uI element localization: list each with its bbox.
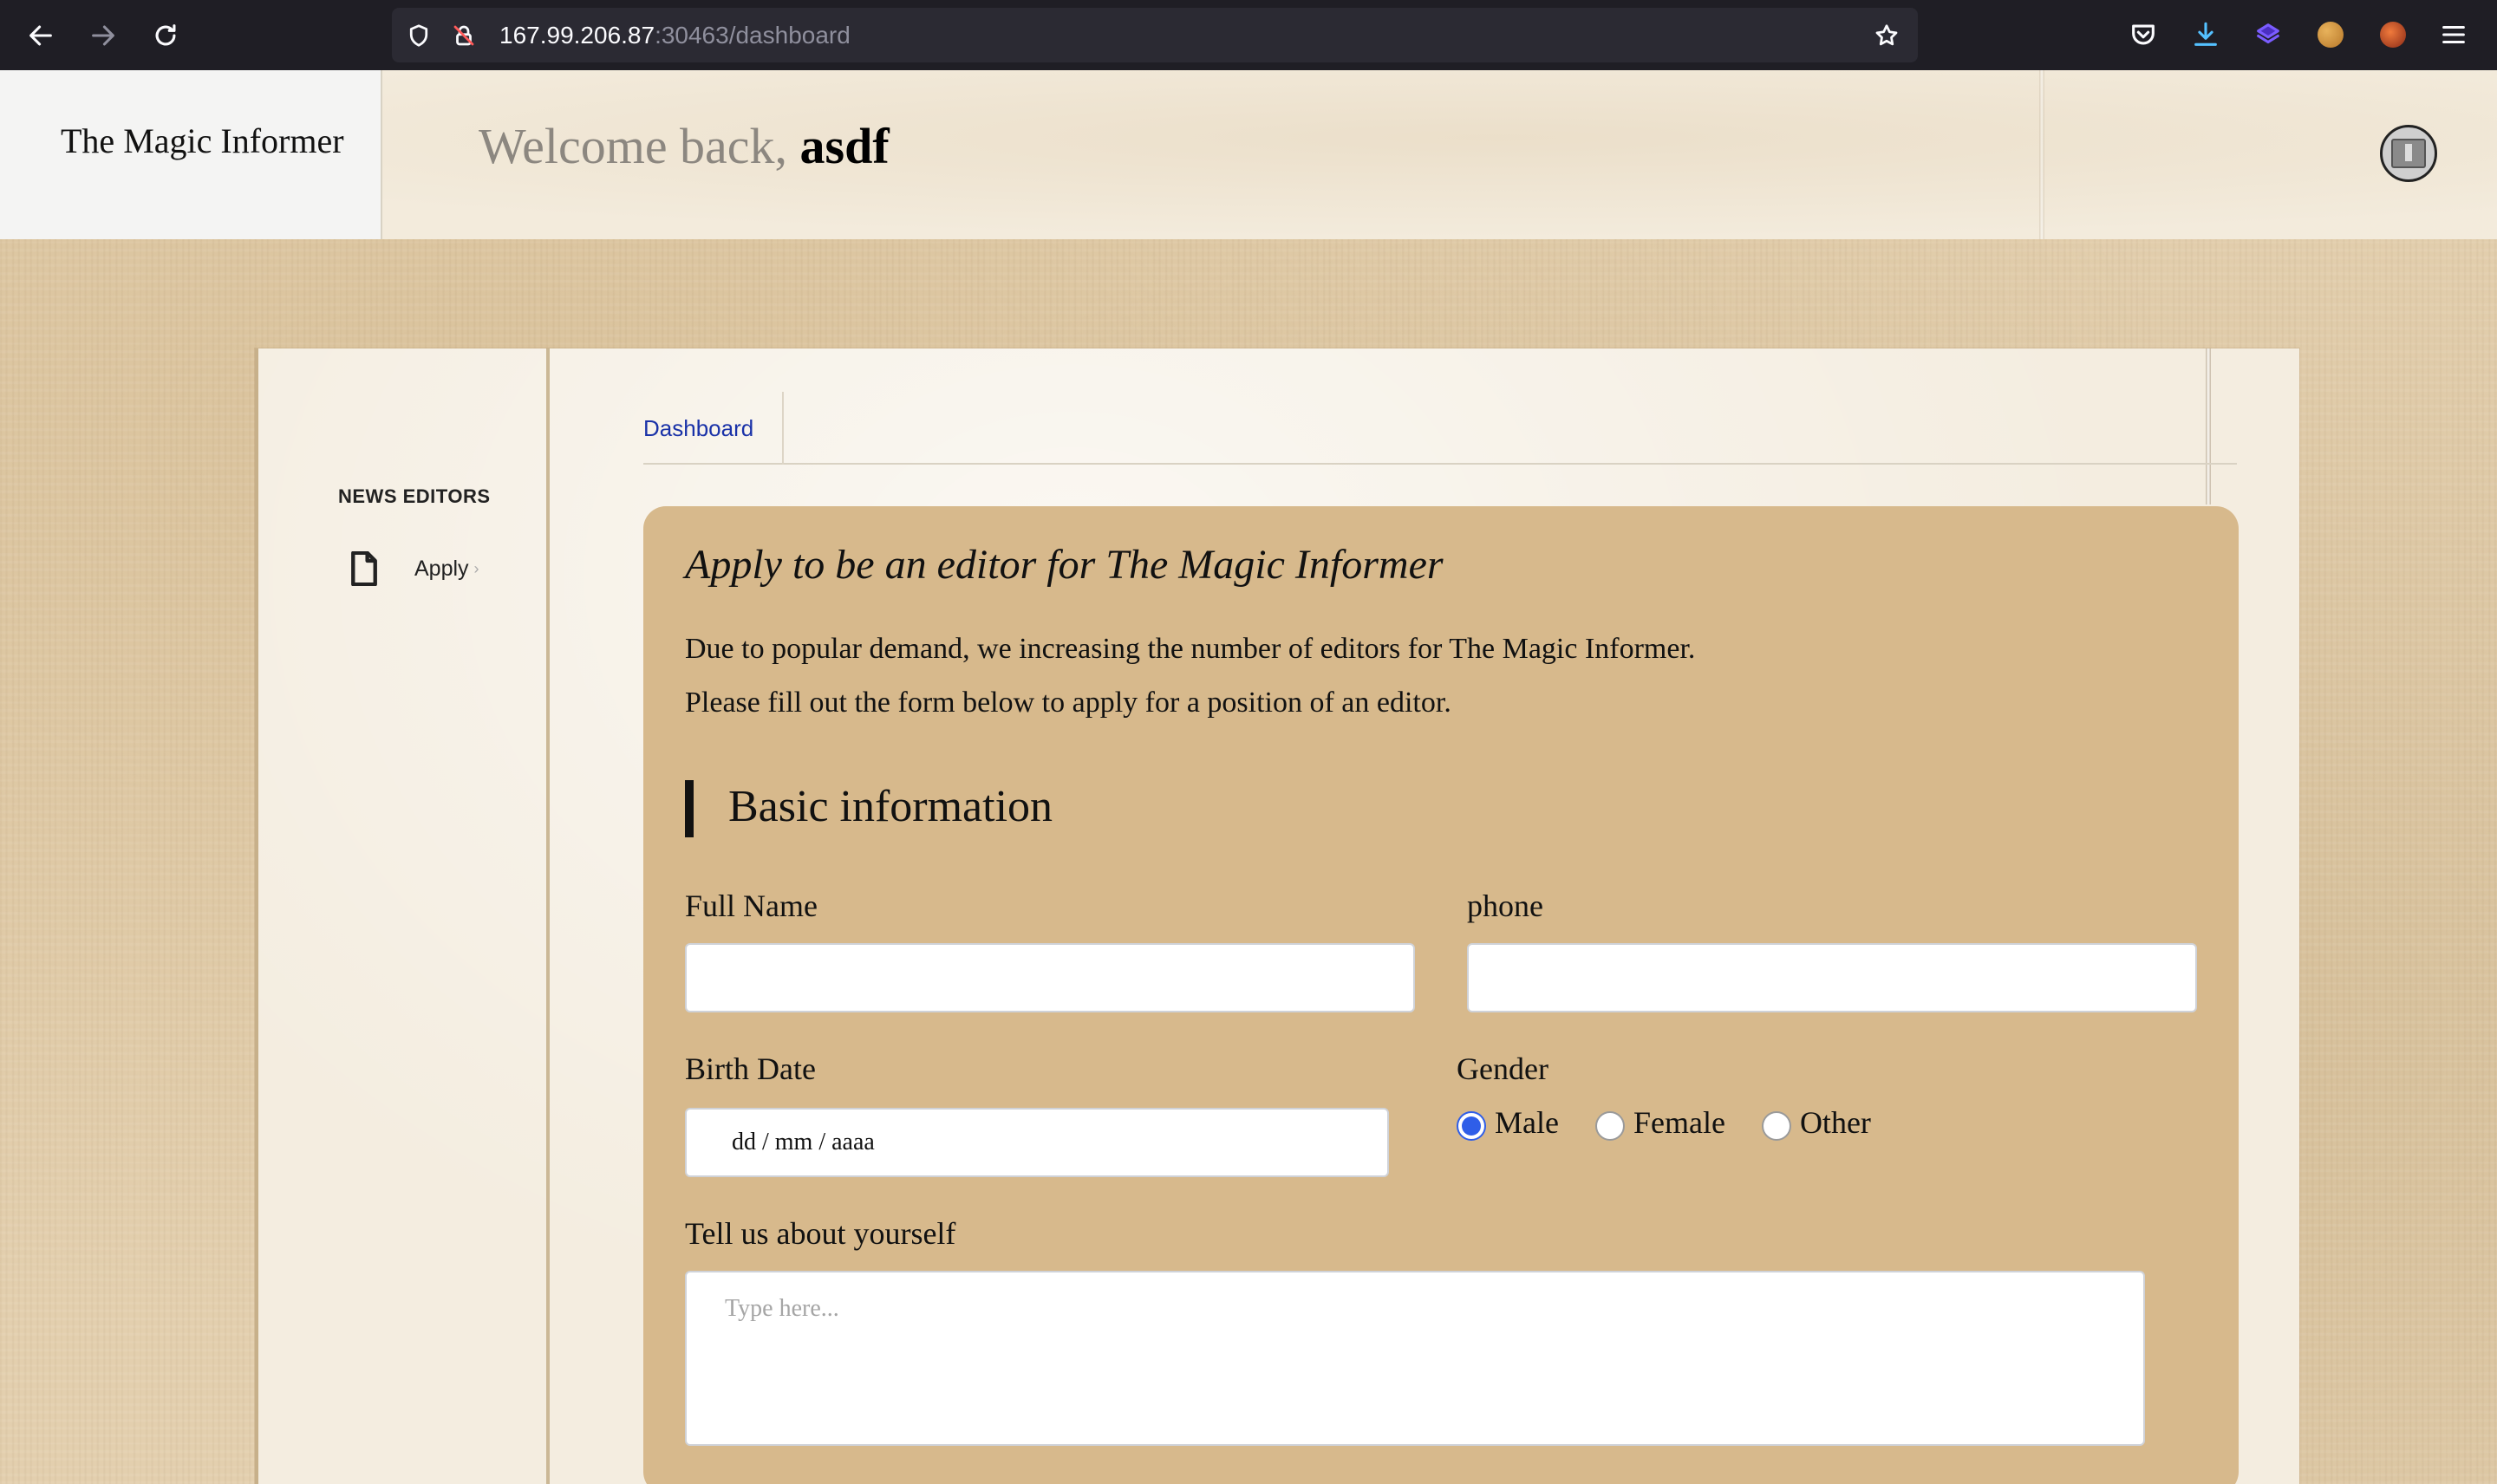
forward-icon: [92, 25, 114, 46]
full-name-input[interactable]: [685, 943, 1415, 1012]
url-text[interactable]: 167.99.206.87:30463/dashboard: [499, 22, 851, 49]
radio-button[interactable]: [1594, 1111, 1625, 1141]
sidebar-item-apply[interactable]: Apply ›: [349, 550, 496, 588]
insecure-lock-icon[interactable]: [450, 22, 478, 49]
paper-tear: [2039, 70, 2044, 239]
menu-icon[interactable]: [2436, 17, 2471, 52]
phone-label: phone: [1467, 888, 1543, 923]
browser-toolbar: 167.99.206.87:30463/dashboard: [0, 0, 2497, 70]
username: asdf: [799, 118, 890, 174]
birth-date-label: Birth Date: [685, 1051, 816, 1086]
sidebar-divider: [546, 348, 550, 1484]
chevron-right-icon: ›: [473, 559, 479, 577]
radio-button[interactable]: [1761, 1111, 1791, 1141]
brand-box: The Magic Informer: [0, 70, 382, 239]
form-title: Apply to be an editor for The Magic Info…: [685, 542, 1444, 588]
site-header: The Magic Informer Welcome back, asdf: [0, 70, 2497, 239]
reload-button[interactable]: [146, 16, 186, 55]
avatar[interactable]: [2380, 125, 2437, 182]
section-heading: Basic information: [685, 780, 1053, 837]
forward-button[interactable]: [83, 16, 123, 55]
gender-radio-group: Male Female Other: [1457, 1104, 1907, 1141]
document-icon: [349, 550, 380, 587]
gender-option-male[interactable]: Male: [1457, 1104, 1559, 1141]
download-icon[interactable]: [2188, 17, 2223, 52]
gender-option-other[interactable]: Other: [1761, 1104, 1871, 1141]
form-intro-line-2: Please fill out the form below to apply …: [685, 687, 1451, 719]
avatar-image: [2391, 139, 2426, 168]
phone-input[interactable]: [1467, 943, 2197, 1012]
about-label: Tell us about yourself: [685, 1216, 956, 1251]
gender-label: Gender: [1457, 1051, 1548, 1086]
sidebar-item-label: Apply: [414, 556, 469, 581]
profile-icon[interactable]: [2376, 17, 2410, 52]
birth-date-placeholder: dd / mm / aaaa: [732, 1129, 875, 1155]
full-name-label: Full Name: [685, 888, 818, 923]
sidebar-heading: NEWS EDITORS: [338, 485, 491, 507]
address-bar[interactable]: 167.99.206.87:30463/dashboard: [392, 8, 1918, 62]
bookmark-star-icon[interactable]: [1873, 22, 1900, 49]
about-textarea[interactable]: [685, 1271, 2145, 1446]
form-intro-line-1: Due to popular demand, we increasing the…: [685, 633, 1696, 665]
birth-date-input[interactable]: dd / mm / aaaa: [685, 1108, 1389, 1177]
tab-dashboard[interactable]: Dashboard: [643, 392, 784, 465]
tab-bar: Dashboard: [643, 392, 2237, 465]
gender-option-female[interactable]: Female: [1594, 1104, 1725, 1141]
pocket-icon[interactable]: [2126, 17, 2161, 52]
radio-button-checked[interactable]: [1457, 1111, 1486, 1141]
brand-logo-text[interactable]: The Magic Informer: [61, 120, 344, 161]
cookie-icon[interactable]: [2313, 17, 2348, 52]
reload-icon: [155, 24, 176, 46]
welcome-message: Welcome back, asdf: [479, 118, 890, 174]
application-form: Apply to be an editor for The Magic Info…: [643, 506, 2239, 1484]
extension-icon[interactable]: [2251, 17, 2285, 52]
back-button[interactable]: [21, 16, 61, 55]
back-icon: [29, 25, 52, 46]
shield-icon[interactable]: [405, 22, 433, 49]
paper-edge: [255, 348, 258, 1484]
